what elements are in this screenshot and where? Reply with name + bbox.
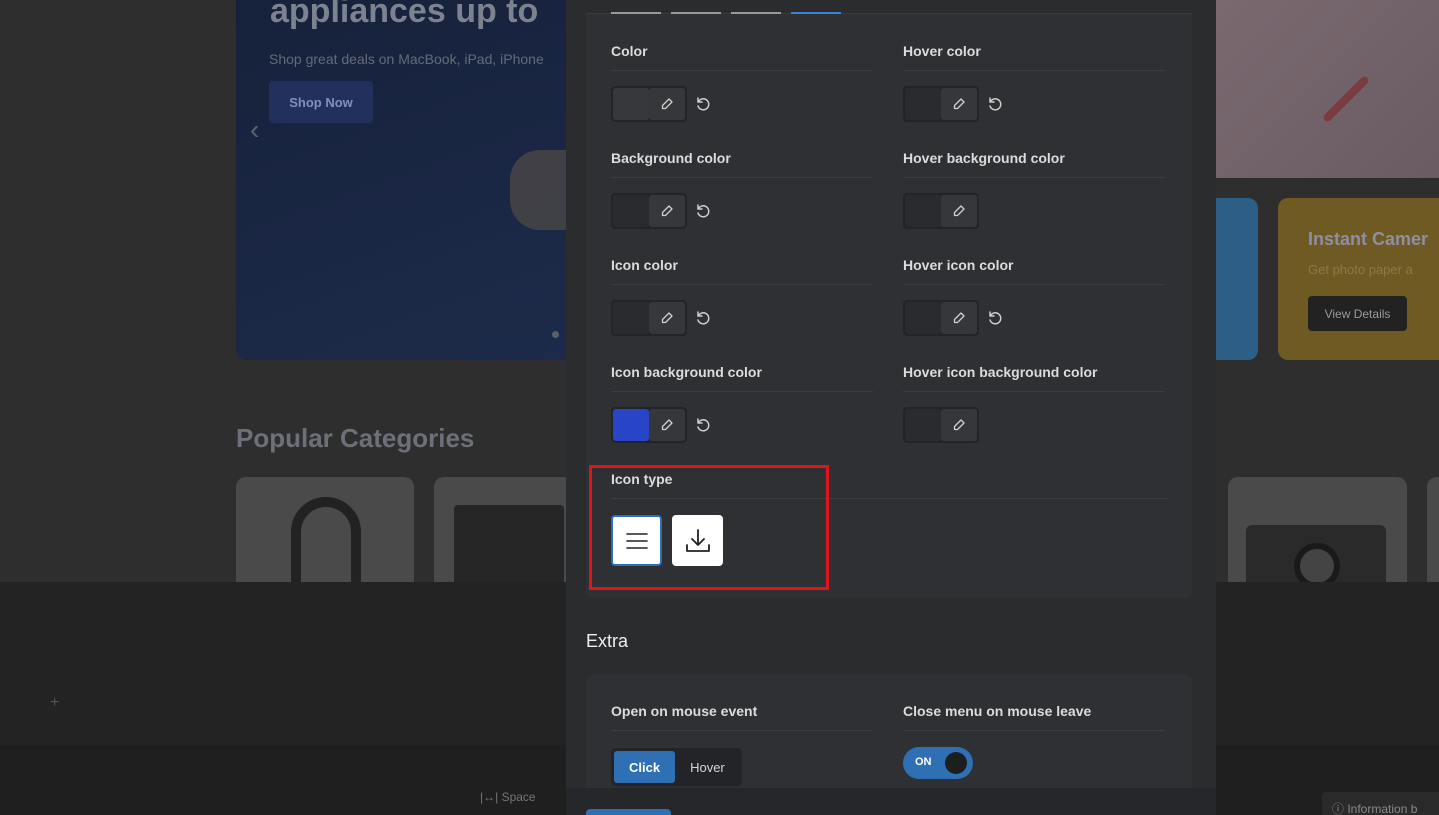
reset-icon[interactable] [693, 415, 713, 435]
eyedropper-icon[interactable] [649, 195, 685, 227]
close-menu-toggle[interactable]: ON [903, 747, 973, 779]
color-swatch[interactable] [905, 302, 941, 334]
eyedropper-icon[interactable] [649, 409, 685, 441]
field-label: Hover background color [903, 150, 1065, 166]
divider [903, 284, 1165, 285]
hover-color-field: Hover color [903, 43, 1165, 71]
space-icon: |↔| [480, 790, 502, 804]
eyedropper-icon[interactable] [649, 302, 685, 334]
space-tab[interactable]: |↔| Space [480, 790, 536, 804]
promo-card-yellow [1278, 198, 1439, 360]
close-menu-on-mouse-leave-field: Close menu on mouse leave [903, 703, 1165, 731]
promo-title: Instant Camer [1308, 229, 1429, 249]
background-color-control [611, 193, 713, 229]
hover-icon-color-field: Hover icon color [903, 257, 1165, 285]
chevron-left-icon[interactable]: ‹ [250, 114, 259, 146]
extra-section-heading: Extra [586, 631, 629, 651]
reset-icon[interactable] [693, 308, 713, 328]
icon-color-field: Icon color [611, 257, 873, 285]
color-field: Color [611, 43, 873, 71]
divider [611, 730, 873, 731]
click-option[interactable]: Click [614, 751, 676, 783]
promo-subtitle: Get photo paper a [1308, 262, 1413, 277]
reset-icon[interactable] [693, 201, 713, 221]
divider [903, 730, 1165, 731]
toggle-knob [945, 752, 967, 774]
hero-title: appliances up to [270, 0, 539, 30]
mouse-event-segmented-control: Click Hover [611, 748, 742, 786]
category-card-headphones[interactable] [236, 477, 414, 597]
view-details-button[interactable]: View Details [1308, 296, 1407, 331]
info-icon: ⓘ [1332, 802, 1348, 815]
hover-option[interactable]: Hover [675, 751, 740, 783]
reset-icon[interactable] [693, 94, 713, 114]
divider [903, 70, 1165, 71]
category-card-cameras[interactable] [1228, 477, 1407, 597]
field-label: Hover icon color [903, 257, 1014, 273]
eyedropper-icon[interactable] [941, 409, 977, 441]
add-icon[interactable]: + [50, 694, 59, 712]
field-label: Background color [611, 150, 731, 166]
carousel-dot[interactable] [552, 331, 559, 338]
eyedropper-icon[interactable] [941, 302, 977, 334]
category-card-components[interactable] [434, 477, 574, 597]
hover-background-color-field: Hover background color [903, 150, 1165, 178]
hover-icon-color-control [903, 300, 1005, 336]
eyedropper-icon[interactable] [941, 195, 977, 227]
toggle-label: ON [915, 756, 932, 768]
section-title: Popular Categories [236, 423, 475, 453]
information-tab[interactable]: ⓘ Information b [1322, 792, 1439, 815]
category-card[interactable] [1427, 477, 1439, 597]
divider [611, 391, 873, 392]
color-swatch[interactable] [905, 195, 941, 227]
field-label: Color [611, 43, 648, 59]
panel-tab[interactable] [671, 0, 721, 14]
color-swatch[interactable] [905, 88, 941, 120]
field-label: Open on mouse event [611, 703, 758, 719]
color-swatch[interactable] [613, 302, 649, 334]
color-swatch[interactable] [905, 409, 941, 441]
divider [611, 177, 873, 178]
color-swatch[interactable] [613, 88, 649, 120]
icon-color-control [611, 300, 713, 336]
field-label: Icon color [611, 257, 678, 273]
hero-subtitle: Shop great deals on MacBook, iPad, iPhon… [269, 51, 544, 67]
eyedropper-icon[interactable] [941, 88, 977, 120]
promo-card-blue [1216, 198, 1258, 360]
divider [611, 284, 873, 285]
hover-color-control [903, 86, 1005, 122]
reset-icon[interactable] [985, 308, 1005, 328]
background-color-field: Background color [611, 150, 873, 178]
shop-now-button[interactable]: Shop Now [269, 81, 373, 123]
highlight-annotation [589, 465, 829, 590]
field-label: Hover color [903, 43, 981, 59]
color-swatch[interactable] [613, 195, 649, 227]
panel-tab[interactable] [611, 0, 661, 14]
panel-tab-active[interactable] [791, 0, 841, 14]
eyedropper-icon[interactable] [649, 88, 685, 120]
field-label: Close menu on mouse leave [903, 703, 1092, 719]
reset-icon[interactable] [985, 94, 1005, 114]
divider [903, 177, 1165, 178]
color-control [611, 86, 713, 122]
hover-background-color-control [903, 193, 979, 229]
product-banner-image [1216, 0, 1439, 178]
panel-tab-strip [586, 0, 1192, 14]
icon-background-color-field: Icon background color [611, 364, 873, 392]
divider [903, 391, 1165, 392]
icon-background-color-control [611, 407, 713, 443]
hero-product-image [510, 150, 570, 230]
field-label: Icon background color [611, 364, 762, 380]
open-on-mouse-event-field: Open on mouse event [611, 703, 873, 731]
field-label: Hover icon background color [903, 364, 1098, 380]
panel-tab[interactable] [731, 0, 781, 14]
hover-icon-background-color-field: Hover icon background color [903, 364, 1165, 392]
footer-primary-button[interactable] [586, 809, 671, 815]
hover-icon-background-color-control [903, 407, 979, 443]
color-swatch[interactable] [613, 409, 649, 441]
divider [611, 70, 873, 71]
